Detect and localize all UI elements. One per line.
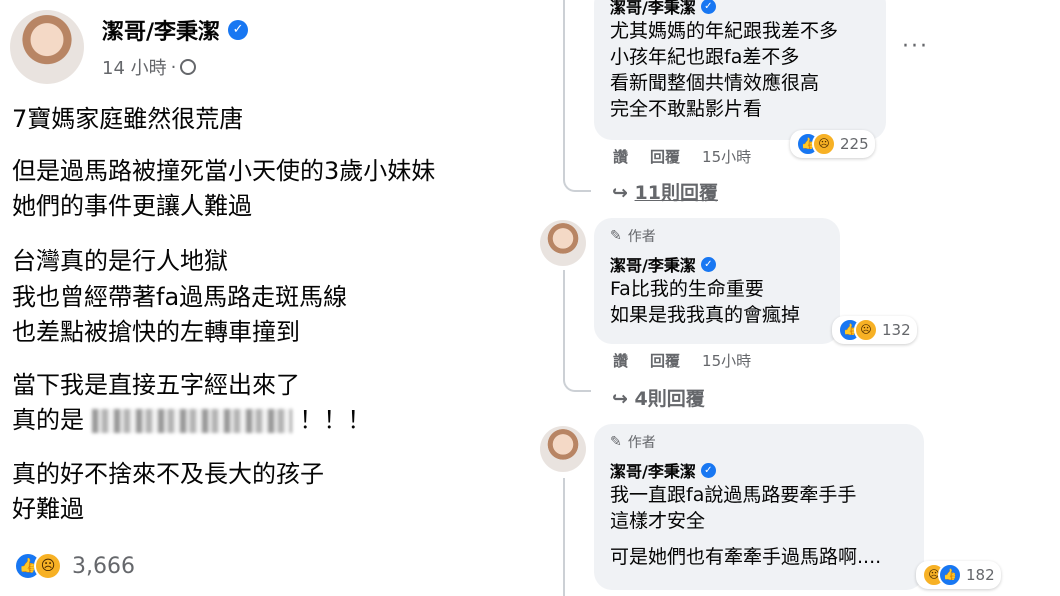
- comment-text-line: 如果是我我真的會瘋掉: [610, 304, 801, 326]
- post-meta: 14 小時 ·: [102, 54, 197, 80]
- comment-text-line: 尤其媽媽的年紀跟我差不多: [610, 20, 839, 42]
- comment-author-avatar[interactable]: [540, 426, 586, 472]
- post-text-line: 真的好不捨來不及長大的孩子: [12, 460, 324, 488]
- like-button[interactable]: 讚: [613, 146, 628, 167]
- comment-bubble: ✎ 作者 潔哥/李秉潔 ✓ Fa比我的生命重要 如果是我我真的會瘋掉: [594, 218, 840, 344]
- reaction-count: 182: [966, 566, 995, 584]
- comment-text-line: 這樣才安全: [610, 510, 706, 532]
- thread-line: [563, 478, 565, 596]
- sad-reaction-icon: ☹: [34, 552, 62, 580]
- censored-text-blur: [91, 409, 292, 433]
- post-text-line: 她們的事件更讓人難過: [12, 192, 252, 220]
- post-text-line: 也差點被搶快的左轉車撞到: [12, 318, 300, 346]
- comment-reactions[interactable]: 👍 ☹ 132: [832, 316, 917, 344]
- comment-bubble: 潔哥/李秉潔 ✓ 尤其媽媽的年紀跟我差不多 小孩年紀也跟fa差不多 看新聞整個共…: [594, 0, 886, 140]
- reply-button[interactable]: 回覆: [650, 350, 680, 371]
- post-time[interactable]: 14 小時: [102, 54, 167, 80]
- post-text-line: 好難過: [12, 495, 84, 523]
- post-author-name[interactable]: 潔哥/李秉潔 ✓: [102, 14, 249, 46]
- comment-text-line: Fa比我的生命重要: [610, 278, 764, 300]
- comment-text-line: 可是她們也有牽牽手過馬路啊....: [610, 546, 882, 568]
- like-reaction-icon: 👍: [938, 563, 962, 587]
- post-text-line: 7寶媽家庭雖然很荒唐: [12, 105, 244, 133]
- view-replies-link[interactable]: ↪ 11則回覆: [612, 178, 718, 205]
- comment-text-line: 看新聞整個共情效應很高: [610, 72, 820, 94]
- verified-check-icon: ✓: [700, 0, 716, 14]
- reaction-count: 132: [882, 321, 911, 339]
- reaction-count[interactable]: 3,666: [72, 554, 135, 579]
- reply-button[interactable]: 回覆: [650, 146, 680, 167]
- comment-author[interactable]: 潔哥/李秉潔 ✓: [610, 252, 824, 276]
- post-text-line: 但是過馬路被撞死當小天使的3歲小妹妹: [12, 157, 436, 185]
- like-button[interactable]: 讚: [613, 350, 628, 371]
- post-text-line: 我也曾經帶著fa過馬路走斑馬線: [12, 283, 348, 311]
- comment-author-avatar[interactable]: [540, 220, 586, 266]
- verified-check-icon: ✓: [228, 20, 249, 40]
- comment-time[interactable]: 15小時: [702, 350, 751, 371]
- post-reactions[interactable]: 👍 ☹ 3,666: [14, 552, 135, 580]
- globe-icon: [180, 59, 197, 75]
- thread-line: [563, 0, 591, 192]
- view-replies-link[interactable]: ↪ 4則回覆: [612, 384, 705, 411]
- post-author-avatar[interactable]: [10, 10, 84, 84]
- post-text-line: 台灣真的是行人地獄: [12, 247, 228, 275]
- sad-reaction-icon: ☹: [812, 132, 836, 156]
- thread-line: [563, 270, 591, 392]
- comment-bubble: ✎ 作者 潔哥/李秉潔 ✓ 我一直跟fa說過馬路要牽手手 這樣才安全 可是她們也…: [594, 424, 924, 590]
- author-badge: ✎ 作者: [610, 434, 656, 451]
- pen-icon: ✎: [610, 228, 622, 244]
- post-text-line: 真的是 ！！！: [12, 406, 372, 434]
- comment-text-line: 小孩年紀也跟fa差不多: [610, 46, 800, 68]
- sad-reaction-icon: ☹: [854, 318, 878, 342]
- verified-check-icon: ✓: [700, 256, 716, 272]
- author-badge: ✎ 作者: [610, 228, 656, 245]
- comment-reactions[interactable]: 👍 ☹ 225: [790, 130, 875, 158]
- comment-actions: 讚 回覆 15小時: [613, 146, 751, 167]
- pen-icon: ✎: [610, 434, 622, 450]
- comment-text-line: 我一直跟fa說過馬路要牽手手: [610, 484, 857, 506]
- reply-arrow-icon: ↪: [612, 182, 628, 204]
- post-text-line: 當下我是直接五字經出來了: [12, 371, 300, 399]
- more-options-icon[interactable]: ···: [902, 34, 929, 59]
- reaction-count: 225: [840, 135, 869, 153]
- comment-reactions[interactable]: ☹ 👍 182: [916, 561, 1001, 589]
- comment-text-line: 完全不敢點影片看: [610, 98, 763, 120]
- comment-author[interactable]: 潔哥/李秉潔 ✓: [610, 0, 870, 18]
- verified-check-icon: ✓: [700, 462, 716, 478]
- comment-actions: 讚 回覆 15小時: [613, 350, 751, 371]
- reply-arrow-icon: ↪: [612, 388, 628, 410]
- comment-author[interactable]: 潔哥/李秉潔 ✓: [610, 458, 908, 482]
- comment-time[interactable]: 15小時: [702, 146, 751, 167]
